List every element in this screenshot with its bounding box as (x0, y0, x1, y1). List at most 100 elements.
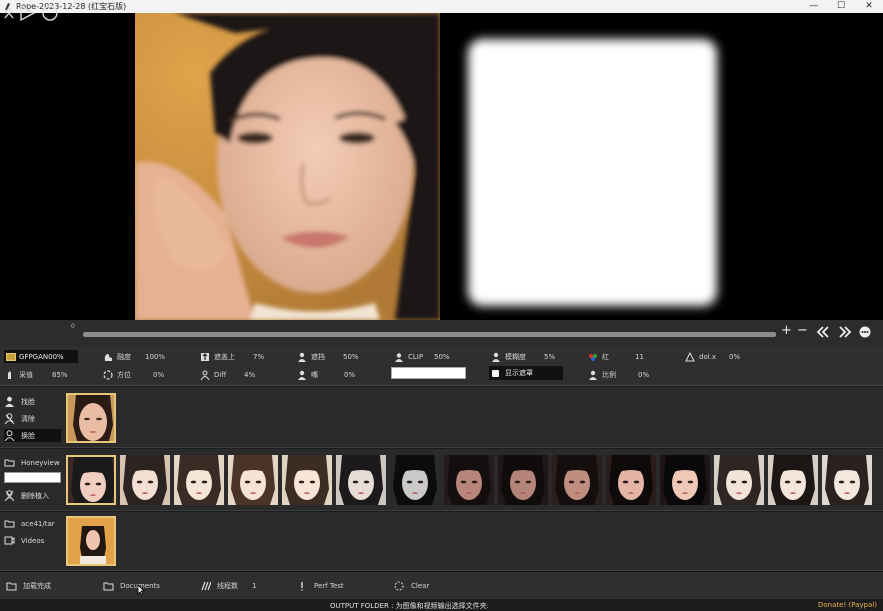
folder-icon (6, 582, 17, 590)
position-slider[interactable]: 方位 0% (103, 369, 173, 381)
clear-faces-button[interactable]: 清除 (4, 412, 61, 425)
face-thumbnail[interactable] (552, 455, 602, 505)
mask-shape (468, 39, 717, 306)
find-faces-label: 找脸 (21, 397, 35, 406)
enhance-amount-slider[interactable]: 采值 85% (5, 369, 75, 381)
folder-icon (4, 520, 15, 528)
videos-button[interactable]: Videos (4, 534, 61, 547)
collapse-up-icon[interactable] (3, 4, 15, 22)
find-faces-button[interactable]: 找脸 (4, 395, 61, 408)
threads-icon (201, 581, 211, 590)
position-value: 0% (153, 371, 165, 379)
top-mask-value: 7% (253, 353, 265, 361)
diff-slider[interactable]: Diff 4% (200, 369, 270, 381)
video-folder-button[interactable]: ace41/tar (4, 517, 61, 530)
user-swap-icon (4, 430, 15, 441)
donate-link[interactable]: Donate! (Paypal) (818, 601, 877, 609)
diff-value: 4% (244, 371, 256, 379)
mouth-slider[interactable]: 嘴 0% (297, 369, 367, 381)
rewind-icon[interactable] (816, 326, 830, 338)
face-thumbnail[interactable] (174, 455, 224, 505)
face-thumbnail[interactable] (498, 455, 548, 505)
mouth-value: 0% (344, 371, 356, 379)
face-scan-icon (395, 353, 403, 362)
fast-forward-icon[interactable] (838, 326, 852, 338)
video-folder-label: ace41/tar (21, 519, 55, 528)
show-mask-checkbox[interactable] (492, 369, 499, 377)
user-delete-icon (4, 490, 15, 501)
video-thumbnail-image (68, 518, 114, 564)
face-thumbnail[interactable] (282, 455, 332, 505)
maximize-button[interactable]: ☐ (827, 0, 855, 13)
face-thumbnail[interactable] (228, 455, 278, 505)
clip-slider[interactable]: CLIP 50% (394, 351, 464, 363)
face-thumbnail[interactable] (606, 455, 656, 505)
minimize-button[interactable]: — (800, 0, 828, 13)
red-color-slider[interactable]: 红 11 (588, 351, 658, 363)
clip-text-input[interactable] (391, 367, 466, 379)
occlusion-slider[interactable]: 遮挡 50% (297, 351, 367, 363)
face-thumbnail[interactable] (66, 455, 116, 505)
diff-label: Diff (214, 371, 227, 379)
perf-test-button[interactable]: Perf Test (297, 580, 344, 591)
output-folder-status[interactable]: OUTPUT FOLDER : 为图像和视频输出选择文件夹. (330, 601, 489, 611)
face-thumbnail[interactable] (390, 455, 440, 505)
videos-label: Videos (21, 536, 45, 545)
user-icon (589, 370, 597, 380)
red-value: 11 (635, 353, 644, 361)
blur-slider[interactable]: 模糊度 5% (491, 351, 561, 363)
blend-slider[interactable]: 融度 100% (103, 351, 173, 363)
threads-control[interactable]: 线程数 1 (200, 580, 256, 591)
source-faces-row (0, 387, 883, 448)
more-options-icon[interactable] (859, 326, 871, 338)
swap-faces-label: 换脸 (21, 431, 35, 440)
remove-marker-button[interactable]: − (797, 323, 808, 339)
face-thumbnail[interactable] (120, 455, 170, 505)
clear-memory-button[interactable]: Clear (394, 580, 429, 591)
top-mask-label: 遮盖上 (214, 353, 235, 361)
face-thumbnail[interactable] (336, 455, 386, 505)
show-mask-toggle[interactable]: 显示遮罩 (489, 366, 563, 380)
color-dots-icon (589, 354, 597, 361)
face-thumbnail[interactable] (444, 455, 494, 505)
clear-label: Clear (411, 581, 430, 590)
ratio-label: 比例 (602, 371, 616, 379)
detected-face-thumbnail[interactable] (66, 393, 116, 443)
timeline-slider[interactable] (83, 332, 776, 337)
play-icon[interactable] (18, 4, 36, 22)
detected-face-image (68, 395, 114, 441)
clear-circle-icon (394, 581, 404, 590)
folder-open-icon (103, 582, 114, 590)
add-marker-button[interactable]: + (781, 323, 792, 339)
load-folder-button[interactable]: 加载完成 (6, 580, 51, 591)
video-preview[interactable] (0, 13, 883, 320)
video-thumbnail[interactable] (66, 516, 116, 566)
face-thumbnail[interactable] (660, 455, 710, 505)
documents-folder-button[interactable]: Documents (103, 580, 160, 591)
perf-test-label: Perf Test (314, 581, 344, 590)
enhancer-selector[interactable]: GFPGAN00% (4, 350, 78, 363)
folder-icon (4, 459, 15, 467)
swap-faces-button[interactable]: 换脸 (4, 429, 61, 442)
clip-value: 50% (434, 353, 450, 361)
face-thumbnail-image (822, 455, 872, 505)
title-bar: Rope-2023-12-28 (红宝石版) — ☐ ✕ (0, 0, 883, 13)
user-icon (492, 352, 500, 362)
face-thumbnail[interactable] (714, 455, 764, 505)
top-mask-slider[interactable]: 遮盖上 7% (200, 351, 270, 363)
close-button[interactable]: ✕ (855, 0, 883, 13)
show-mask-label: 显示遮罩 (505, 369, 533, 377)
embedding-folder-button[interactable]: Honeyview (4, 456, 61, 469)
face-thumbnail[interactable] (822, 455, 872, 505)
delete-embedding-button[interactable]: 删除植入 (4, 489, 61, 502)
record-icon[interactable] (41, 4, 59, 22)
ratio-slider[interactable]: 比例 0% (588, 369, 658, 381)
dol-value: 0% (729, 353, 741, 361)
load-folder-label: 加载完成 (23, 581, 51, 590)
dol-slider[interactable]: dol.x 0% (685, 351, 755, 363)
blur-value: 5% (544, 353, 556, 361)
embedding-search-input[interactable] (4, 472, 61, 483)
face-thumbnail-image (68, 457, 114, 503)
occlusion-value: 50% (343, 353, 359, 361)
face-thumbnail[interactable] (768, 455, 818, 505)
